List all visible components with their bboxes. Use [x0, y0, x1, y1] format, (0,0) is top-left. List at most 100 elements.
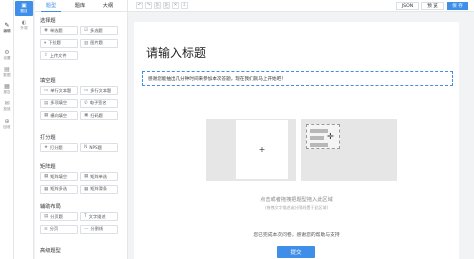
widget-group-title: 填空题	[40, 78, 56, 84]
widget-label: 矩阵滑条	[90, 186, 108, 191]
placeholder-bar	[310, 143, 328, 147]
widget-panel: 题型 题库 大纲 选择题 ◉ 单选题 ☑ 多选题 ▾ 下拉题 ▥ 图片题 ⇪ 上传文件 填空题 ▭ 单行文…	[35, 0, 128, 259]
widget-label: 分页题	[50, 213, 63, 219]
widget-button[interactable]: ⇪ 上传文件	[40, 51, 78, 60]
drag-illustration: ✛	[306, 124, 340, 149]
widget-label: 矩阵填空	[50, 173, 68, 179]
rail-label: 回收	[3, 124, 11, 129]
widget-icon: ▭	[84, 88, 89, 93]
widget-icon: T	[84, 214, 87, 219]
sub-nav-item[interactable]: ▣ 题目	[15, 1, 33, 16]
preview-button[interactable]: 预 览	[421, 2, 444, 10]
submit-button[interactable]: 提交	[277, 246, 315, 258]
widget-icon: ⇪	[44, 53, 48, 58]
widget-label: 多项填空	[50, 100, 68, 105]
placeholder-bar	[310, 129, 328, 133]
widget-icon: ▥	[84, 40, 89, 46]
redo-icon[interactable]: ↷	[145, 2, 152, 9]
widget-button[interactable]: ▣ 扫码题	[80, 111, 118, 120]
drop-subhint: (拖拽文字描述或分隔线置于此区域)	[264, 205, 329, 210]
widget-label: 下拉题	[48, 40, 61, 45]
top-toolbar: ↶ ↷ ⎘ ⎘ ✕ ⇩ JSON 预 览 保 存	[128, 0, 474, 12]
widget-button[interactable]: ▾ 下拉题	[40, 38, 78, 48]
json-button[interactable]: JSON	[396, 2, 419, 10]
undo-icon[interactable]: ↶	[136, 2, 143, 9]
widget-button[interactable]: ◉ 单选题	[40, 26, 78, 35]
copy-icon[interactable]: ⎘	[154, 2, 161, 9]
widget-button[interactable]: ▦ 横向填空	[40, 111, 78, 120]
tab-question-bank[interactable]: 题库	[70, 2, 90, 12]
widget-button[interactable]: ▤ 多项填空	[40, 98, 78, 108]
widget-group-title: 高级题型	[40, 248, 61, 254]
widget-button[interactable]: ★ 打分题	[40, 143, 78, 152]
widget-button[interactable]: ✆ 电子签名	[80, 98, 118, 108]
widget-label: NPS题	[89, 144, 102, 150]
form-description[interactable]: 感谢您能抽出几分钟时间来参加本次答题，现在我们就马上开始吧！	[142, 71, 453, 86]
widget-label: 单选题	[49, 27, 63, 33]
widget-label: 图片题	[90, 40, 103, 45]
widget-icon: ▾	[44, 40, 47, 46]
widget-button[interactable]: ▥ 图片题	[80, 38, 118, 48]
drop-placeholder-left: +	[206, 119, 296, 181]
widget-group-title: 选择题	[40, 18, 56, 24]
tab-outline[interactable]: 大纲	[98, 2, 118, 12]
widget-button[interactable]: ▤ 分页题	[40, 212, 78, 221]
sub-nav-item[interactable]: ◐ 外观	[15, 18, 33, 33]
widget-icon: ▦	[84, 186, 89, 192]
widget-label: 打分题	[50, 144, 63, 150]
widget-label: 上传文件	[49, 52, 67, 58]
delete-icon[interactable]: ✕	[172, 2, 179, 9]
widget-icon: ▦	[44, 113, 49, 118]
rail-item[interactable]: ⊕ 回收	[0, 116, 14, 132]
rail-label: 编辑	[3, 28, 11, 33]
nav-rail: ✎ 编辑 ⚙ 设置 ▤ 数据 ▦ 报告 ✉ 投放 ⊕ 回收	[0, 0, 14, 259]
widget-button[interactable]: ≡ 分页	[40, 224, 78, 234]
widget-tabs: 题型 题库 大纲	[35, 0, 128, 12]
rail-item[interactable]: ✉ 投放	[0, 98, 14, 114]
widget-icon: ▦	[44, 174, 49, 179]
widget-group-title: 矩阵题	[40, 164, 56, 170]
download-icon[interactable]: ⇩	[181, 2, 188, 9]
widget-button[interactable]: ▭ 多行文本题	[80, 86, 118, 95]
widget-label: 单行文本题	[50, 87, 72, 93]
widget-button[interactable]: ▦ 矩阵滑条	[80, 184, 118, 194]
rail-item[interactable]: ▦ 报告	[0, 81, 14, 97]
rail-label: 投放	[3, 106, 11, 111]
widget-icon: ▭	[44, 88, 49, 93]
widget-label: 矩阵多选	[50, 186, 68, 191]
widget-button[interactable]: T 文字描述	[80, 212, 118, 221]
widget-button[interactable]: ☑ 多选题	[80, 26, 118, 35]
widget-label: 扫码题	[90, 112, 103, 118]
thanks-text[interactable]: 您已完成本次问卷，感谢您的帮助与支持	[134, 231, 459, 238]
widget-label: 多行文本题	[90, 87, 112, 93]
widget-icon: —	[84, 226, 89, 232]
sub-nav-label: 外观	[20, 26, 28, 30]
widget-label: 分割线	[90, 226, 104, 231]
widget-icon: ▤	[44, 100, 49, 106]
widget-icon: ▦	[44, 186, 49, 192]
widget-icon: ★	[44, 145, 49, 150]
save-button[interactable]: 保 存	[447, 2, 468, 10]
rail-label: 报告	[3, 89, 11, 94]
widget-label: 矩阵单选	[90, 173, 108, 179]
sub-nav-label: 题目	[20, 9, 28, 13]
widget-button[interactable]: N NPS题	[80, 143, 118, 152]
widget-icon: ▣	[84, 113, 89, 118]
tab-question-types[interactable]: 题型	[41, 2, 61, 12]
rail-item[interactable]: ✎ 编辑	[0, 20, 14, 36]
widget-icon: ◉	[44, 28, 48, 33]
widget-icon: ▦	[84, 174, 89, 179]
rail-item[interactable]: ▤ 数据	[0, 64, 14, 80]
rail-item[interactable]: ⚙ 设置	[0, 47, 14, 63]
placeholder-bar	[310, 136, 324, 140]
widget-button[interactable]: ▦ 矩阵多选	[40, 184, 78, 194]
widget-button[interactable]: ▭ 单行文本题	[40, 86, 78, 95]
widget-label: 电子签名	[89, 100, 107, 105]
sub-nav-panel: ▣ 题目 ◐ 外观	[14, 0, 34, 259]
widget-button[interactable]: ▦ 矩阵单选	[80, 172, 118, 181]
widget-button[interactable]: — 分割线	[80, 224, 118, 234]
form-title[interactable]: 请输入标题	[146, 44, 206, 61]
widget-button[interactable]: ▦ 矩阵填空	[40, 172, 78, 181]
paste-icon[interactable]: ⎘	[163, 2, 170, 9]
widget-icon: ▤	[44, 214, 49, 219]
